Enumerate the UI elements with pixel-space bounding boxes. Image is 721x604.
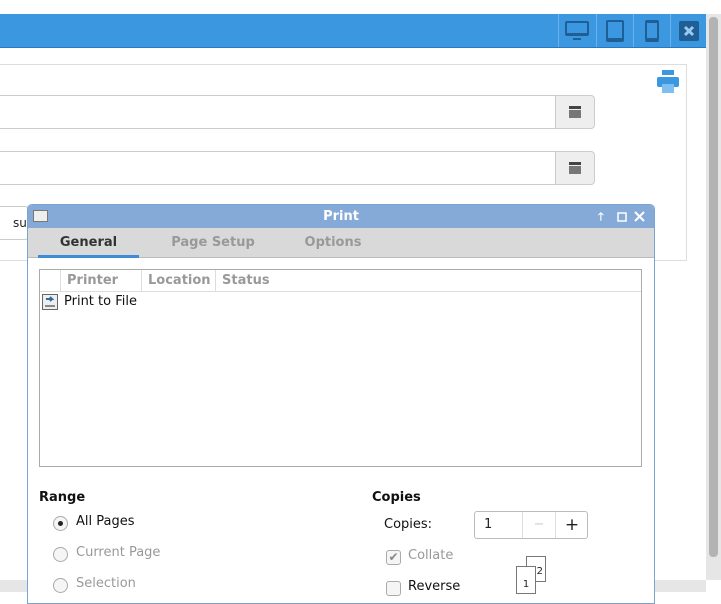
radio-current-page[interactable] xyxy=(53,547,68,562)
desktop-icon xyxy=(565,20,589,40)
collate-checkbox[interactable]: ✔ xyxy=(386,550,401,565)
dialog-titlebar[interactable]: Print 🡑 xyxy=(28,205,654,228)
column-printer[interactable]: Printer xyxy=(61,270,142,292)
phone-icon xyxy=(645,19,659,42)
column-status[interactable]: Status xyxy=(216,270,641,292)
top-toolbar xyxy=(0,14,706,48)
radio-label: Selection xyxy=(76,576,136,591)
collate-label: Collate xyxy=(408,548,454,563)
desktop-view-button[interactable] xyxy=(558,14,595,47)
print-to-file-icon xyxy=(42,294,58,310)
copies-input[interactable]: 1 xyxy=(484,517,492,532)
close-preview-button[interactable] xyxy=(670,14,707,47)
keep-above-icon[interactable]: 🡑 xyxy=(598,205,604,228)
range-heading: Range xyxy=(39,490,86,505)
tab-page-setup[interactable]: Page Setup xyxy=(158,228,268,258)
calendar-icon xyxy=(569,162,581,174)
copies-spinbox: 1 − + xyxy=(474,511,588,539)
tab-bar: General Page Setup Options xyxy=(28,228,654,258)
tab-options[interactable]: Options xyxy=(293,228,373,258)
printer-name: Print to File xyxy=(64,294,137,309)
maximize-icon[interactable] xyxy=(617,212,627,222)
radio-label: Current Page xyxy=(76,545,161,560)
calendar-icon xyxy=(569,106,581,118)
radio-label: All Pages xyxy=(76,514,135,529)
calendar-button-2[interactable] xyxy=(555,151,595,185)
tablet-view-button[interactable] xyxy=(596,14,633,47)
column-icon xyxy=(40,270,61,292)
dialog-title: Print xyxy=(323,209,359,224)
window-menu-icon[interactable] xyxy=(33,210,48,222)
tablet-icon xyxy=(606,19,624,42)
printer-list[interactable]: Printer Location Status Print to File xyxy=(39,269,642,467)
date-input-2[interactable] xyxy=(0,151,556,185)
submit-button[interactable]: su xyxy=(0,206,29,240)
reverse-checkbox[interactable] xyxy=(386,581,401,596)
tab-general[interactable]: General xyxy=(38,228,139,258)
increment-button[interactable]: + xyxy=(555,512,588,538)
print-icon[interactable] xyxy=(657,70,679,94)
close-icon[interactable] xyxy=(634,211,645,222)
date-input-1[interactable] xyxy=(0,95,556,129)
print-dialog: Print 🡑 General Page Setup Options Print… xyxy=(27,204,655,604)
copies-label: Copies: xyxy=(384,517,433,532)
printer-row[interactable]: Print to File xyxy=(40,292,641,314)
collate-page-1: 1 xyxy=(516,566,536,594)
decrement-button[interactable]: − xyxy=(522,512,555,538)
calendar-button-1[interactable] xyxy=(555,95,595,129)
vertical-scroll-thumb[interactable] xyxy=(709,17,718,557)
close-icon xyxy=(679,20,699,41)
copies-heading: Copies xyxy=(372,490,421,505)
radio-all-pages[interactable] xyxy=(53,516,68,531)
column-location[interactable]: Location xyxy=(142,270,216,292)
radio-selection[interactable] xyxy=(53,578,68,593)
phone-view-button[interactable] xyxy=(633,14,670,47)
